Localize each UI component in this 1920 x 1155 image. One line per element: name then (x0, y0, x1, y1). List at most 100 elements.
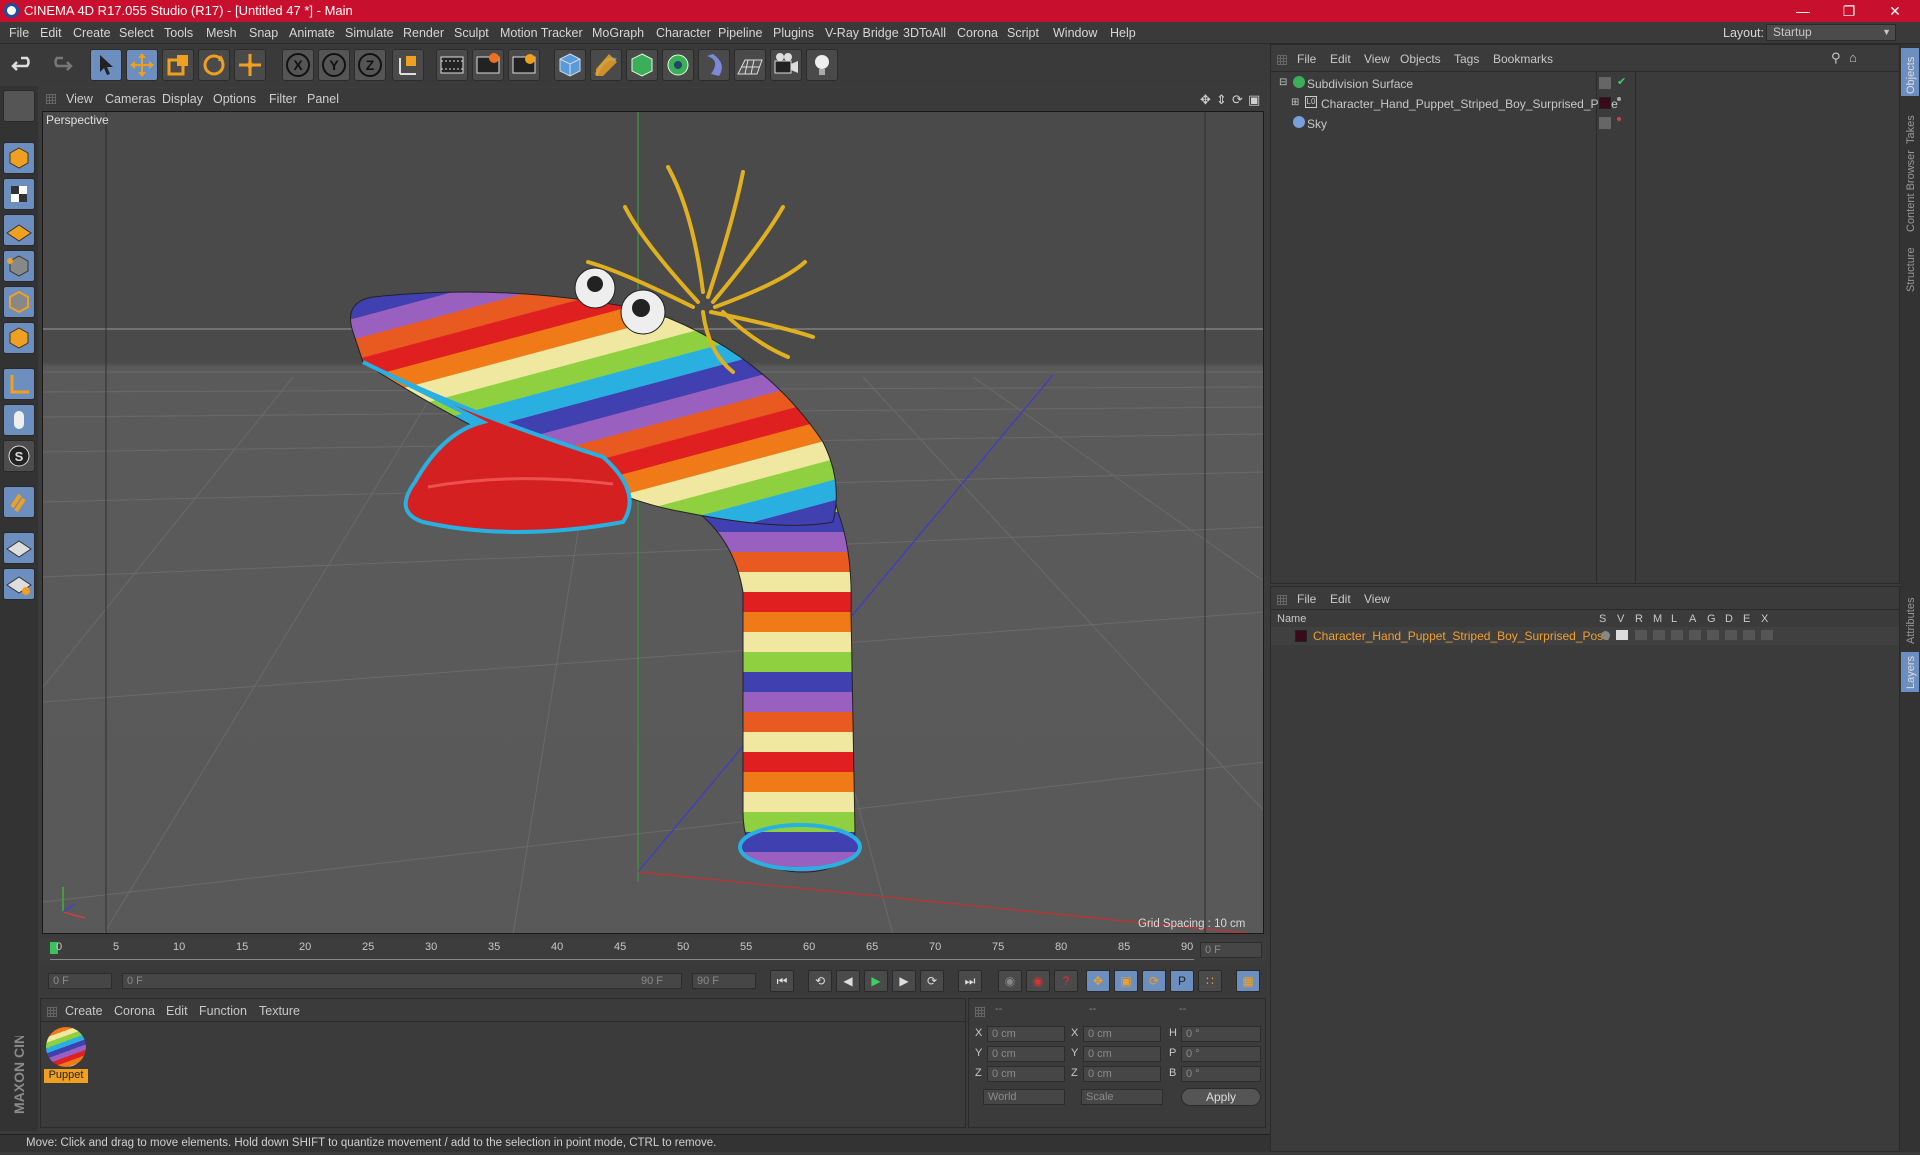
play-icon[interactable]: ▶ (864, 970, 888, 992)
x-axis-button[interactable]: X (282, 49, 314, 81)
z-axis-button[interactable]: Z (354, 49, 386, 81)
snap-icon[interactable]: S (3, 440, 35, 472)
menu-character[interactable]: Character (656, 26, 711, 40)
close-button[interactable]: ✕ (1872, 0, 1918, 22)
object-row-subdivision[interactable]: ⊟ Subdivision Surface ✔ (1271, 75, 1899, 93)
viewport-maximize-icon[interactable]: ▣ (1248, 92, 1260, 108)
perspective-viewport[interactable] (42, 111, 1264, 934)
menu-corona[interactable]: Corona (957, 26, 998, 40)
size-y-field[interactable]: 0 cm (1083, 1046, 1161, 1062)
layer-color-swatch[interactable] (1295, 630, 1307, 642)
model-mode-icon[interactable] (3, 142, 35, 174)
scale-icon[interactable] (162, 49, 194, 81)
generators-toggle-icon[interactable] (1707, 630, 1719, 640)
viewport-menu-filter[interactable]: Filter (269, 92, 297, 106)
rotation-h-field[interactable]: 0 ° (1181, 1026, 1261, 1042)
timeline-ruler[interactable]: 0 5 10 15 20 25 30 35 40 45 50 55 60 65 … (40, 938, 1266, 962)
restore-button[interactable]: ❐ (1826, 0, 1872, 22)
minimize-button[interactable]: — (1780, 0, 1826, 22)
current-frame-field[interactable]: 0 F (1200, 942, 1262, 958)
key-parameter-icon[interactable]: P (1170, 970, 1194, 992)
menu-select[interactable]: Select (119, 26, 154, 40)
viewport-nav-zoom-icon[interactable]: ⇕ (1216, 92, 1227, 108)
pen-icon[interactable] (590, 49, 622, 81)
workplane-icon[interactable] (3, 214, 35, 246)
object-row-sky[interactable]: Sky (1271, 115, 1899, 133)
frame-range-slider[interactable]: 0 F 90 F (122, 973, 682, 989)
menu-snap[interactable]: Snap (249, 26, 278, 40)
next-key-icon[interactable]: ⟳ (920, 970, 944, 992)
menu-plugins[interactable]: Plugins (773, 26, 814, 40)
camera-icon[interactable] (770, 49, 802, 81)
record-keys-icon[interactable]: ◉ (998, 970, 1022, 992)
enabled-check-icon[interactable]: ✔ (1617, 75, 1626, 88)
polygons-mode-icon[interactable] (3, 322, 35, 354)
tab-objects[interactable]: Objects (1905, 56, 1917, 94)
y-axis-button[interactable]: Y (318, 49, 350, 81)
visibility-dot[interactable] (1617, 117, 1621, 121)
visibility-dot[interactable] (1617, 97, 1621, 101)
objects-menu-file[interactable]: File (1297, 52, 1316, 66)
menu-animate[interactable]: Animate (289, 26, 335, 40)
layers-menu-view[interactable]: View (1364, 592, 1390, 606)
search-icon[interactable]: ⚲ (1831, 50, 1841, 66)
expand-icon[interactable]: ⊞ (1291, 97, 1299, 108)
menu-simulate[interactable]: Simulate (345, 26, 394, 40)
light-icon[interactable] (806, 49, 838, 81)
objects-menu-view[interactable]: View (1364, 52, 1390, 66)
menu-mograph[interactable]: MoGraph (592, 26, 644, 40)
axis-mode-icon[interactable] (3, 368, 35, 400)
deformers-toggle-icon[interactable] (1725, 630, 1737, 640)
objects-menu-tags[interactable]: Tags (1454, 52, 1479, 66)
home-icon[interactable]: ⌂ (1849, 50, 1857, 65)
key-rotation-icon[interactable]: ⟳ (1142, 970, 1166, 992)
lock-toggle-icon[interactable] (1671, 630, 1683, 640)
material-menu-texture[interactable]: Texture (259, 1004, 300, 1018)
menu-motion-tracker[interactable]: Motion Tracker (500, 26, 583, 40)
planar-workplane-icon[interactable] (3, 568, 35, 600)
cube-icon[interactable] (554, 49, 586, 81)
menu-render[interactable]: Render (403, 26, 444, 40)
start-frame-field[interactable]: 0 F (48, 973, 112, 989)
viewport-menu-view[interactable]: View (66, 92, 93, 106)
tweak-mode-icon[interactable] (3, 404, 35, 436)
tab-attributes[interactable]: Attributes (1905, 597, 1917, 644)
animation-toggle-icon[interactable] (1689, 630, 1701, 640)
world-coord-icon[interactable] (392, 49, 424, 81)
solo-toggle-icon[interactable] (1601, 631, 1610, 640)
layer-swatch[interactable] (1599, 77, 1611, 89)
texture-mode-icon[interactable] (3, 178, 35, 210)
collapse-icon[interactable]: ⊟ (1279, 77, 1287, 88)
menu-create[interactable]: Create (73, 26, 111, 40)
move-icon[interactable] (126, 49, 158, 81)
tab-takes[interactable]: Takes (1905, 115, 1917, 144)
xref-toggle-icon[interactable] (1761, 630, 1773, 640)
menu-vray-bridge[interactable]: V-Ray Bridge (825, 26, 899, 40)
size-x-field[interactable]: 0 cm (1083, 1026, 1161, 1042)
edges-mode-icon[interactable] (3, 286, 35, 318)
layout-dropdown[interactable]: Startup ▼ (1766, 24, 1896, 41)
subdivision-icon[interactable] (626, 49, 658, 81)
tab-content-browser[interactable]: Content Browser (1905, 150, 1917, 232)
key-position-icon[interactable]: ✥ (1086, 970, 1110, 992)
viewport-menu-display[interactable]: Display (162, 92, 203, 106)
keyframe-selection-icon[interactable]: ? (1054, 970, 1078, 992)
apply-button[interactable]: Apply (1181, 1088, 1261, 1106)
menu-pipeline[interactable]: Pipeline (718, 26, 762, 40)
viewport-nav-rotate-icon[interactable]: ⟳ (1232, 92, 1243, 108)
points-mode-icon[interactable] (3, 250, 35, 282)
key-scale-icon[interactable]: ▣ (1114, 970, 1138, 992)
render-view-icon[interactable] (436, 49, 468, 81)
end-frame-field[interactable]: 90 F (692, 973, 756, 989)
position-y-field[interactable]: 0 cm (987, 1046, 1065, 1062)
objects-menu-bookmarks[interactable]: Bookmarks (1493, 52, 1553, 66)
auto-key-icon[interactable]: ◉ (1026, 970, 1050, 992)
menu-edit[interactable]: Edit (40, 26, 62, 40)
prev-key-icon[interactable]: ⟲ (808, 970, 832, 992)
material-menu-function[interactable]: Function (199, 1004, 247, 1018)
menu-script[interactable]: Script (1007, 26, 1039, 40)
tab-layers[interactable]: Layers (1905, 655, 1917, 689)
material-menu-edit[interactable]: Edit (166, 1004, 188, 1018)
rotate-icon[interactable] (198, 49, 230, 81)
menu-window[interactable]: Window (1053, 26, 1097, 40)
